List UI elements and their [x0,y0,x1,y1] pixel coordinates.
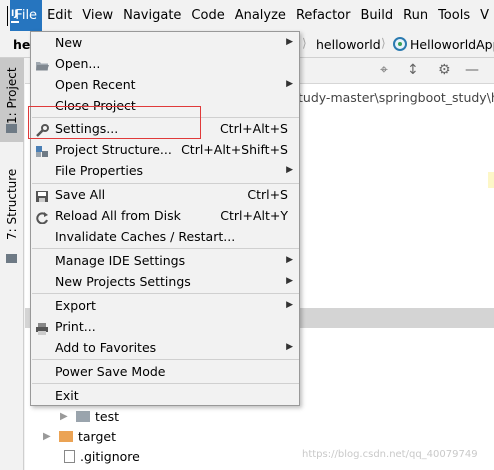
submenu-arrow-icon: ▶ [286,37,293,47]
menu-item-label: Manage IDE Settings [55,253,186,268]
menu-item-open-recent[interactable]: Open Recent ▶ [31,74,299,95]
watermark: https://blog.csdn.net/qq_40079749 [302,449,478,460]
menu-item-label: New [55,35,83,50]
menu-edit[interactable]: Edit [42,0,77,31]
menu-item-label: File Properties [55,163,144,178]
submenu-arrow-icon: ▶ [286,276,293,286]
tab-project-label[interactable]: 1: Project [5,67,19,124]
breadcrumb-helloworld[interactable]: helloworld [316,37,381,52]
folder-open-icon [35,57,49,71]
expand-arrow-icon[interactable]: ▶ [43,431,59,442]
file-icon [64,449,75,463]
file-menu-dropdown: New ▶ Open... Open Recent ▶ Close Projec… [30,31,300,406]
submenu-arrow-icon: ▶ [286,300,293,310]
menu-code[interactable]: Code [186,0,229,31]
menu-item-label: Open Recent [55,77,136,92]
gutter-highlight [488,172,494,188]
project-structure-icon [35,143,49,157]
menu-bar: IJ File Edit View Navigate Code Analyze … [0,0,494,31]
menu-tools[interactable]: Tools [433,0,475,31]
submenu-arrow-icon: ▶ [286,79,293,89]
settings-highlight-box [28,106,201,139]
tab-structure-label[interactable]: 7: Structure [5,169,19,240]
reload-icon [35,209,49,225]
menu-item-label: Exit [55,388,79,403]
locate-icon[interactable]: ⌖ [380,62,388,78]
menu-item-label: Invalidate Caches / Restart... [55,229,236,244]
menu-item-manage-ide-settings[interactable]: Manage IDE Settings ▶ [31,250,299,271]
print-icon [35,320,49,335]
project-path: tudy-master\springboot_study\h [298,90,494,105]
menu-item-new[interactable]: New ▶ [31,32,299,53]
menu-item-shortcut: Ctrl+Alt+Y [220,208,288,223]
folder-icon [6,124,17,133]
menu-item-save-all[interactable]: Save All Ctrl+S [31,184,299,205]
menu-item-invalidate-caches[interactable]: Invalidate Caches / Restart... [31,226,299,247]
menu-item-label: Save All [55,187,106,202]
menu-separator [32,248,299,249]
menu-build[interactable]: Build [355,0,398,31]
menu-run[interactable]: Run [398,0,433,31]
menu-item-label: New Projects Settings [55,274,191,289]
structure-icon [6,254,17,263]
expand-arrow-icon[interactable]: ▶ [60,411,76,422]
folder-icon [59,430,73,442]
menu-refactor[interactable]: Refactor [291,0,356,31]
menu-item-label: Open... [55,56,101,71]
tree-item-label: target [78,428,117,444]
spring-class-icon [393,37,407,51]
menu-item-shortcut: Ctrl+S [247,187,288,202]
menu-separator [32,383,299,384]
collapse-all-icon[interactable]: ↕ [407,62,419,78]
tree-item-label: test [95,408,120,424]
menu-item-file-properties[interactable]: File Properties ▶ [31,160,299,181]
menu-item-label: Add to Favorites [55,340,157,355]
save-icon [35,188,49,202]
menu-item-label: Project Structure... [55,142,172,157]
menu-item-label: Export [55,298,96,313]
submenu-arrow-icon: ▶ [286,165,293,175]
menu-item-project-structure[interactable]: Project Structure... Ctrl+Alt+Shift+S [31,139,299,160]
submenu-arrow-icon: ▶ [286,255,293,265]
minimize-icon[interactable]: — [465,62,479,78]
tree-item-label: .gitignore [80,448,140,464]
menu-item-reload-all[interactable]: Reload All from Disk Ctrl+Alt+Y [31,205,299,226]
tool-window-strip: 1: Project 7: Structure [0,58,24,470]
menu-separator [32,293,299,294]
tree-item-gitignore[interactable]: .gitignore [64,446,140,466]
chevron-right-icon: ⟩ [381,36,386,50]
breadcrumb-helloworldapp[interactable]: HelloworldApp [410,37,494,52]
menu-analyze[interactable]: Analyze [230,0,291,31]
menu-item-power-save-mode[interactable]: Power Save Mode [31,361,299,382]
menu-item-print[interactable]: Print... [31,316,299,337]
gear-icon[interactable]: ⚙ [438,62,451,78]
menu-item-shortcut: Ctrl+Alt+S [219,121,288,136]
menu-item-label: Reload All from Disk [55,208,181,223]
menu-item-export[interactable]: Export ▶ [31,295,299,316]
menu-item-label: Print... [55,319,96,334]
menu-navigate[interactable]: Navigate [118,0,186,31]
menu-item-exit[interactable]: Exit [31,385,299,406]
menu-item-new-projects-settings[interactable]: New Projects Settings ▶ [31,271,299,292]
tree-item-target[interactable]: ▶ target [43,426,116,446]
menu-item-open[interactable]: Open... [31,53,299,74]
menu-separator [32,359,299,360]
menu-vcs[interactable]: V [475,0,494,31]
folder-icon [76,410,90,422]
menu-item-add-to-favorites[interactable]: Add to Favorites ▶ [31,337,299,358]
chevron-right-icon: ⟩ [302,36,307,50]
menu-view[interactable]: View [77,0,118,31]
submenu-arrow-icon: ▶ [286,342,293,352]
tree-item-test[interactable]: ▶ test [60,406,119,426]
menu-item-shortcut: Ctrl+Alt+Shift+S [181,142,288,157]
menu-item-label: Power Save Mode [55,364,166,379]
